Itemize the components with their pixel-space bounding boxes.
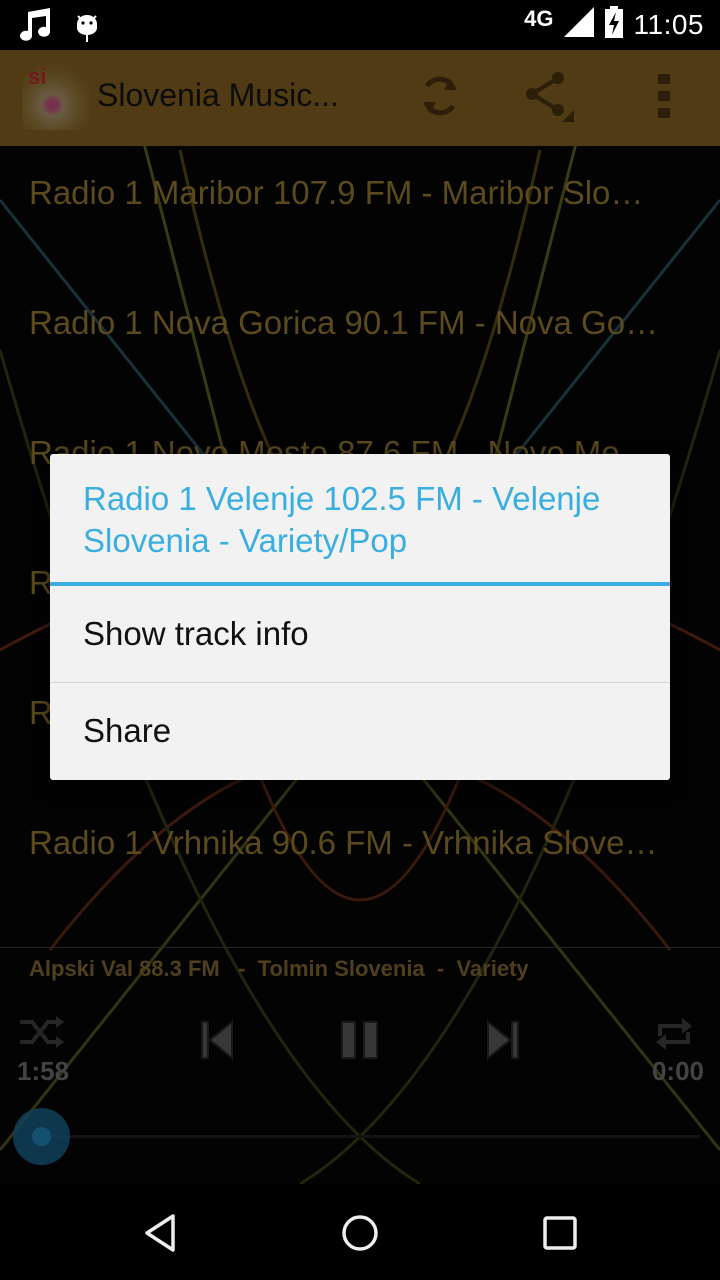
now-playing-title: Alpski Val 88.3 FM - Tolmin Slovenia - V… [29, 956, 529, 981]
back-icon [143, 1213, 177, 1258]
clock: 11:05 [633, 8, 704, 40]
share-option[interactable]: Share [50, 683, 670, 779]
dialog-title: Radio 1 Velenje 102.5 FM - Velenje Slove… [83, 480, 601, 559]
total-time: 0:00 [651, 1056, 704, 1086]
recents-icon [542, 1215, 578, 1256]
share-icon [522, 70, 574, 127]
skip-next-icon [484, 1019, 520, 1064]
show-track-info-option[interactable]: Show track info [50, 586, 670, 682]
player-panel: Alpski Val 88.3 FM - Tolmin Slovenia - V… [0, 947, 720, 1184]
pause-icon [340, 1021, 380, 1064]
status-bar: 4G 11:05 [0, 0, 720, 50]
station-label: Radio 1 Maribor 107.9 FM - Maribor Slove… [29, 174, 659, 211]
station-item[interactable]: Radio 1 Maribor 107.9 FM - Maribor Slove… [0, 146, 720, 276]
battery-charging-icon [604, 6, 624, 43]
shuffle-button[interactable] [18, 1014, 66, 1055]
station-label: Radio 1 Vrhnika 90.6 FM - Vrhnika Sloven… [29, 824, 659, 861]
share-button[interactable] [518, 68, 578, 128]
repeat-button[interactable] [654, 1014, 694, 1059]
station-label: Radio 1 Nova Gorica 90.1 FM - Nova Goric… [29, 304, 659, 341]
home-button[interactable] [335, 1210, 385, 1260]
app-logo-text: si [28, 64, 47, 89]
more-options-button[interactable] [634, 68, 694, 128]
elapsed-time: 1:58 [17, 1056, 70, 1086]
skip-previous-icon [200, 1019, 236, 1064]
recents-button[interactable] [535, 1210, 585, 1260]
android-debug-icon [74, 8, 100, 47]
context-menu-dialog: Radio 1 Velenje 102.5 FM - Velenje Slove… [50, 454, 670, 780]
back-button[interactable] [135, 1210, 185, 1260]
pause-button[interactable] [340, 1020, 380, 1065]
more-vert-icon [658, 73, 670, 123]
station-item[interactable]: Radio 1 Nova Gorica 90.1 FM - Nova Goric… [0, 276, 720, 406]
refresh-icon [416, 72, 464, 125]
navigation-bar [0, 1184, 720, 1280]
home-icon [340, 1213, 380, 1258]
app-logo: si [22, 64, 90, 130]
app-title: Slovenia Music... [97, 77, 339, 113]
station-item[interactable]: Radio 1 Vrhnika 90.6 FM - Vrhnika Sloven… [0, 796, 720, 926]
signal-icon [563, 7, 594, 42]
shuffle-icon [18, 1016, 66, 1054]
previous-button[interactable] [200, 1019, 236, 1065]
seek-bar[interactable] [40, 1135, 700, 1138]
app-toolbar: si Slovenia Music... [0, 50, 720, 146]
next-button[interactable] [484, 1019, 520, 1065]
music-note-icon [20, 8, 52, 47]
seek-thumb[interactable] [13, 1108, 70, 1165]
network-type: 4G [524, 5, 554, 31]
refresh-button[interactable] [410, 68, 470, 128]
